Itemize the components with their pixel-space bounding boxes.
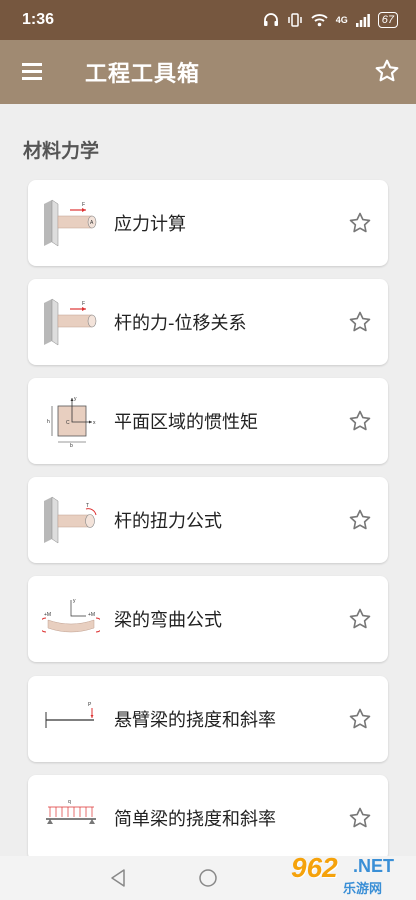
svg-text:y: y — [73, 598, 76, 604]
watermark-text: 乐游网 — [343, 882, 383, 897]
svg-text:+M: +M — [44, 612, 51, 618]
battery-indicator: 67 — [377, 12, 398, 28]
status-bar: 1:36 4G 67 — [0, 0, 416, 40]
list-item-beam-bending[interactable]: y +M +M 梁的弯曲公式 — [28, 576, 388, 662]
headphones-icon — [263, 13, 278, 26]
beam-bending-icon: y +M +M — [42, 598, 100, 633]
signal-icon — [355, 14, 370, 27]
home-nav-button[interactable] — [198, 868, 218, 888]
list-item-cantilever-deflection[interactable]: P 悬臂梁的挠度和斜率 — [28, 676, 388, 762]
list-item-label: 梁的弯曲公式 — [114, 610, 222, 631]
star-icon[interactable] — [348, 707, 372, 731]
svg-text:x: x — [93, 420, 96, 426]
watermark-logo: 962 .NET 乐游网 — [273, 852, 408, 897]
list-item-label: 简单梁的挠度和斜率 — [114, 809, 276, 830]
home-circle-icon — [199, 869, 217, 887]
list-item-label: 杆的力-位移关系 — [114, 313, 247, 334]
watermark-suffix: .NET — [353, 856, 395, 876]
simple-beam-deflection-icon: q — [46, 799, 96, 824]
svg-text:F: F — [82, 202, 85, 208]
status-icons: 4G 67 — [263, 12, 398, 28]
list-item-label: 应力计算 — [114, 214, 186, 235]
menu-icon-line — [22, 70, 42, 73]
svg-text:b: b — [70, 443, 73, 448]
rod-torsion-icon: T — [44, 496, 97, 544]
section-title: 材料力学 — [23, 140, 100, 162]
list-item-rod-force-displacement[interactable]: F 杆的力-位移关系 — [28, 279, 388, 365]
back-nav-button[interactable] — [108, 868, 128, 888]
star-icon — [375, 59, 399, 82]
menu-button[interactable] — [20, 60, 44, 84]
status-time: 1:36 — [22, 11, 55, 28]
rod-force-displacement-icon: F — [44, 298, 97, 346]
back-triangle-icon — [111, 869, 125, 887]
watermark-number: 962 — [291, 852, 338, 883]
app-title: 工程工具箱 — [85, 62, 201, 87]
app-bar: 工程工具箱 — [0, 40, 416, 104]
star-icon[interactable] — [348, 806, 372, 830]
star-icon[interactable] — [348, 310, 372, 334]
svg-text:C: C — [66, 420, 70, 426]
svg-text:+M: +M — [88, 612, 95, 618]
star-icon[interactable] — [348, 508, 372, 532]
svg-text:y: y — [74, 396, 77, 402]
cantilever-force-icon: A F — [44, 199, 97, 247]
star-icon[interactable] — [348, 409, 372, 433]
list-item-moment-of-inertia[interactable]: y x C h b 平面区域的惯性矩 — [28, 378, 388, 464]
star-icon[interactable] — [348, 607, 372, 631]
list-item-label: 悬臂梁的挠度和斜率 — [114, 710, 276, 731]
list-item-rod-torsion[interactable]: T 杆的扭力公式 — [28, 477, 388, 563]
content-list[interactable]: 材料力学 A F 应力计算 F 杆的力-位移关系 y x C h b 平面区域的… — [0, 104, 416, 856]
list-item-simple-beam-deflection[interactable]: q 简单梁的挠度和斜率 — [28, 775, 388, 856]
wifi-icon — [311, 14, 328, 27]
cantilever-deflection-icon: P — [45, 702, 94, 728]
network-type: 4G — [335, 15, 348, 25]
moment-of-inertia-icon: y x C h b — [47, 396, 96, 448]
list-item-stress-calc[interactable]: A F 应力计算 — [28, 180, 388, 266]
menu-icon-line — [22, 77, 42, 80]
list-item-label: 平面区域的惯性矩 — [114, 412, 258, 433]
menu-icon — [22, 63, 42, 66]
list-item-label: 杆的扭力公式 — [114, 511, 222, 532]
star-icon[interactable] — [348, 211, 372, 235]
svg-text:q: q — [68, 799, 71, 805]
svg-text:h: h — [47, 419, 50, 425]
svg-text:F: F — [82, 301, 85, 307]
favorites-star-button[interactable] — [374, 58, 400, 84]
vibrate-icon — [287, 13, 302, 27]
svg-text:P: P — [88, 702, 92, 708]
svg-text:T: T — [86, 503, 89, 509]
